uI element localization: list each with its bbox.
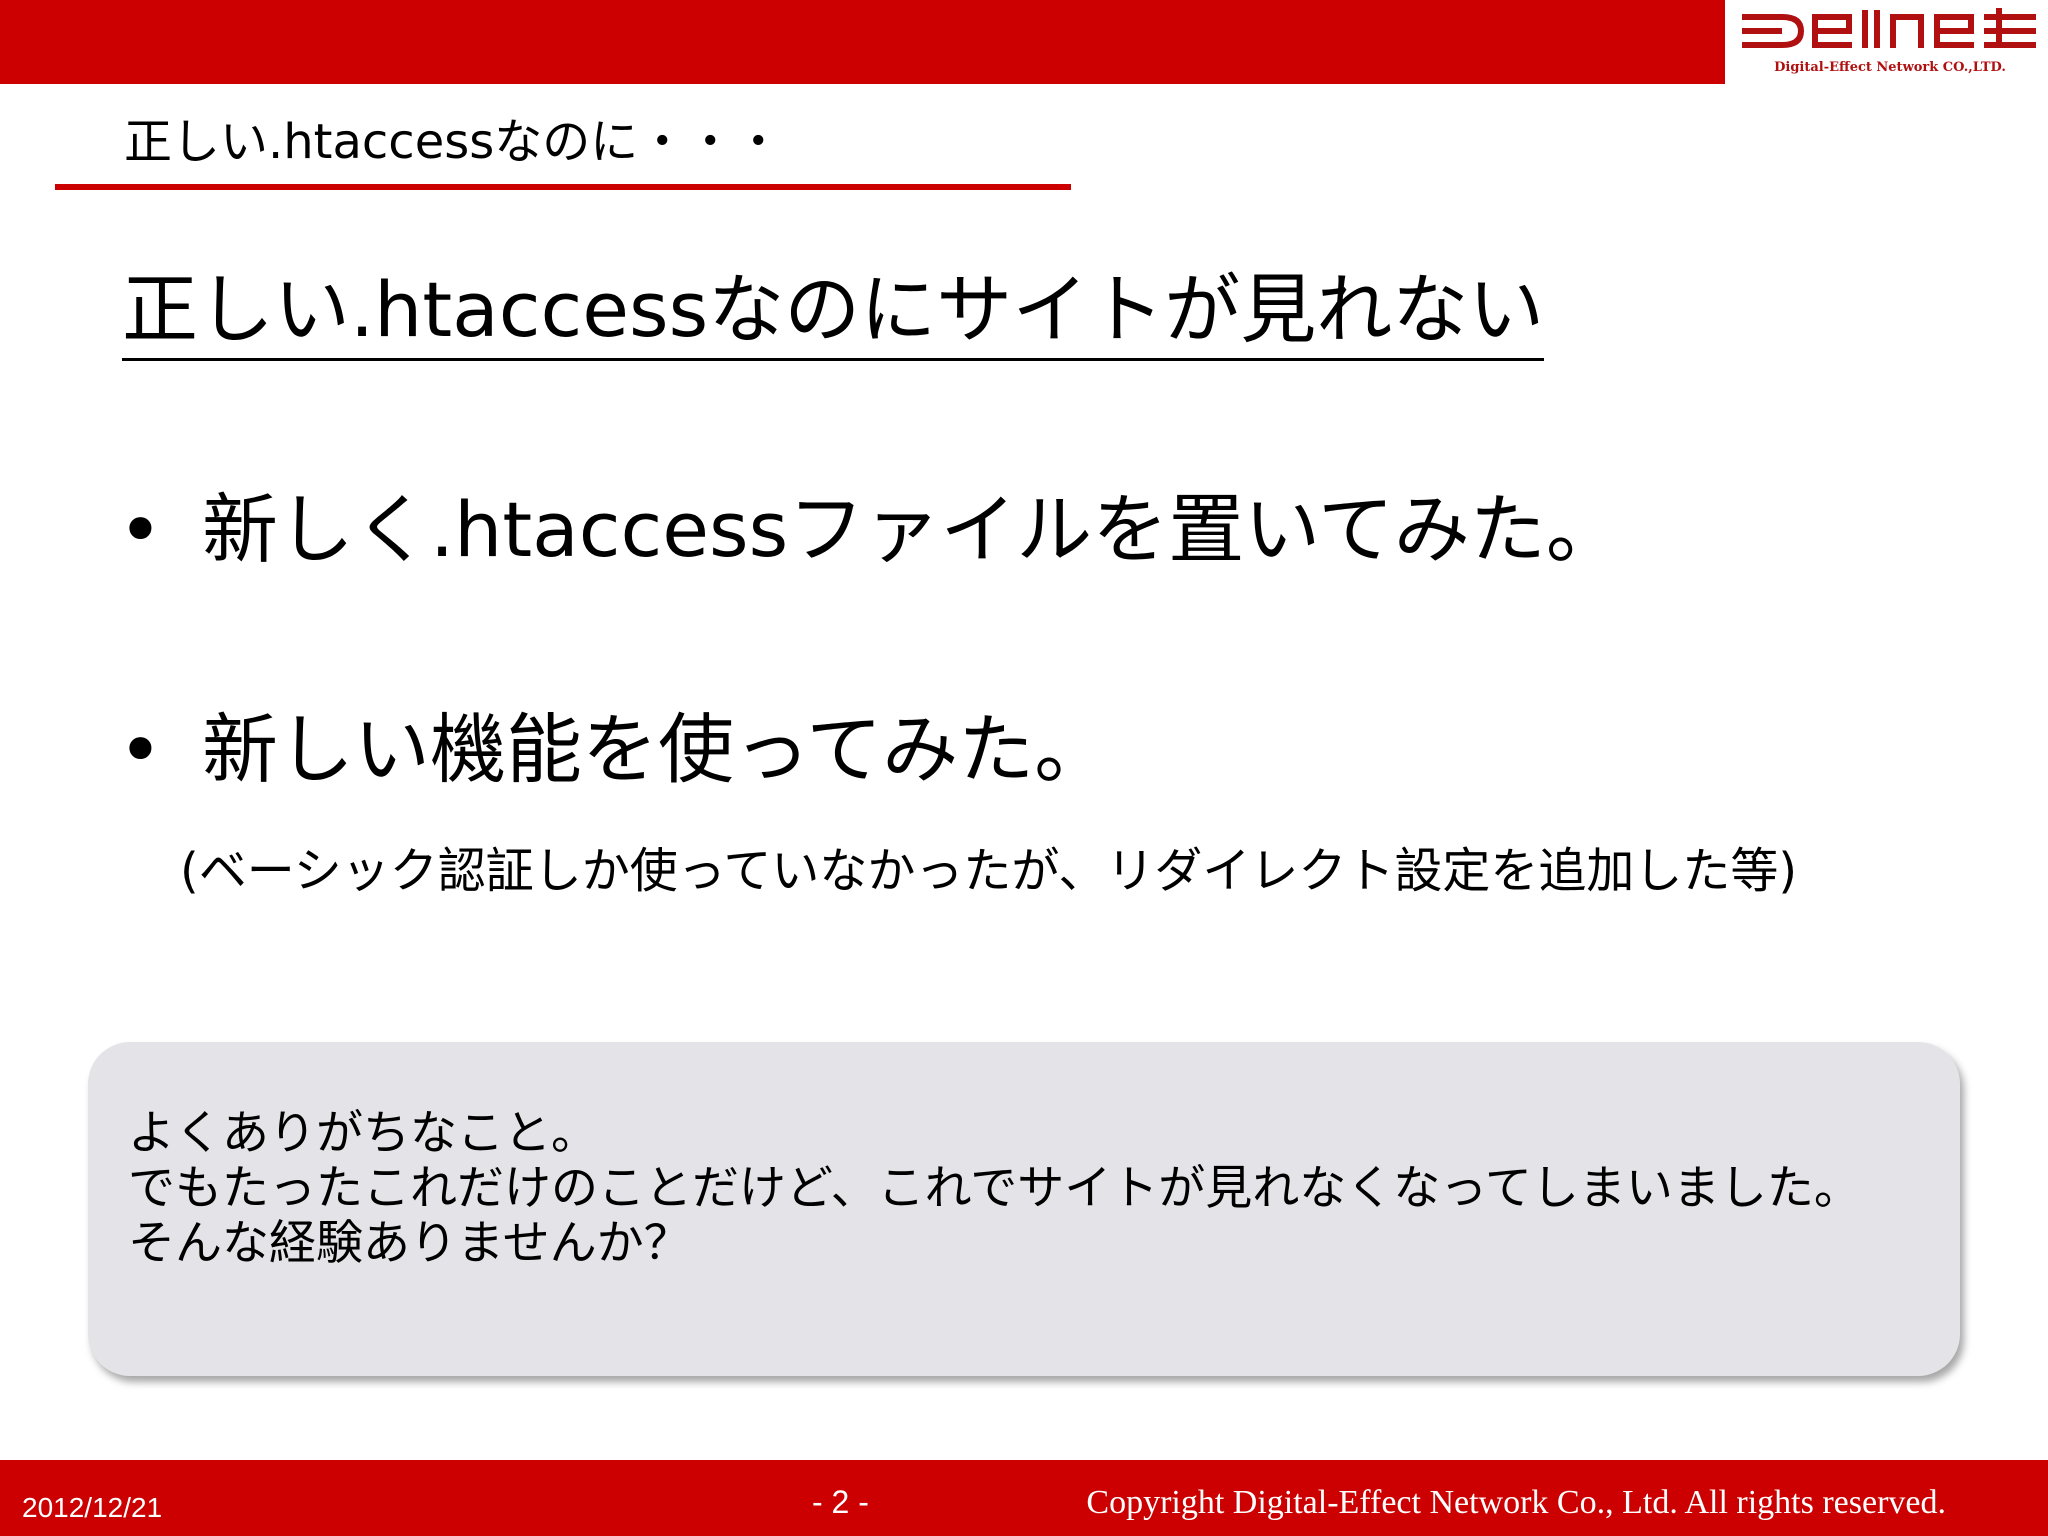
company-logo: Digital-Effect Network CO.,LTD. bbox=[1740, 8, 2040, 80]
callout-line: そんな経験ありませんか？ bbox=[128, 1216, 691, 1271]
logo-mark-icon bbox=[1742, 8, 2036, 48]
top-banner bbox=[0, 0, 1725, 84]
callout-line: よくありがちなこと。 bbox=[128, 1106, 598, 1161]
bullet-dot: • bbox=[118, 705, 163, 794]
bullet-text: 新しく.htaccessファイルを置いてみた。 bbox=[202, 485, 1622, 574]
footer-bar: 2012/12/21 - 2 - Copyright Digital-Effec… bbox=[0, 1460, 2048, 1536]
bullet-note: (ベーシック認証しか使っていなかったが、リダイレクト設定を追加した等) bbox=[180, 843, 1798, 899]
main-heading: 正しい.htaccessなのにサイトが見れない bbox=[122, 262, 1545, 361]
copyright-notice: Copyright Digital-Effect Network Co., Lt… bbox=[1086, 1484, 1946, 1521]
header-underline bbox=[55, 184, 1071, 190]
callout-line: でもたったこれだけのことだけど、これでサイトが見れなくなってしまいました。 bbox=[128, 1161, 1861, 1216]
bullet-item: • 新しい機能を使ってみた。 bbox=[118, 700, 1110, 800]
bullet-dot: • bbox=[118, 485, 163, 574]
bullet-text: 新しい機能を使ってみた。 bbox=[202, 705, 1111, 794]
footer-date: 2012/12/21 bbox=[22, 1492, 163, 1523]
slide-header-title: 正しい.htaccessなのに・・・ bbox=[124, 114, 783, 170]
page-number: - 2 - bbox=[812, 1484, 869, 1520]
callout-box: よくありがちなこと。 でもたったこれだけのことだけど、これでサイトが見れなくなっ… bbox=[88, 1042, 1960, 1376]
callout-text: よくありがちなこと。 でもたったこれだけのことだけど、これでサイトが見れなくなっ… bbox=[128, 1106, 1861, 1271]
logo-subtitle: Digital-Effect Network CO.,LTD. bbox=[1774, 60, 2006, 75]
bullet-item: • 新しく.htaccessファイルを置いてみた。 bbox=[118, 480, 1622, 580]
